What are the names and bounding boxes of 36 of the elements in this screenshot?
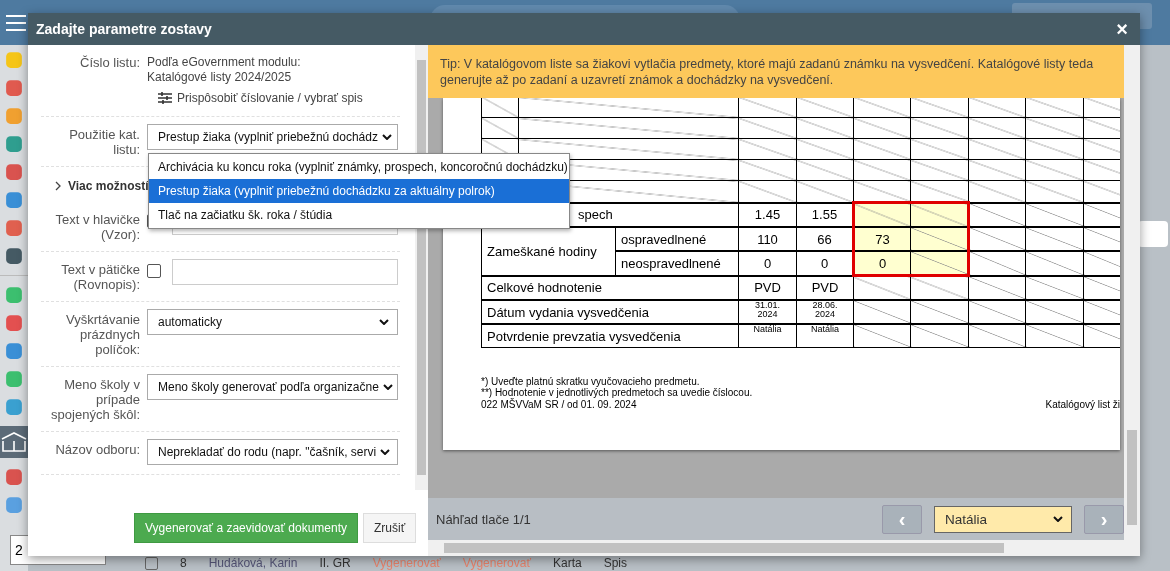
sheet-number-text: Katalógové listy 2024/2025	[147, 70, 293, 85]
table-cell: PVD	[796, 275, 854, 300]
dialog-title: Zadajte parametre zostavy	[36, 21, 212, 37]
table-cell: 0	[853, 251, 911, 276]
table-cell: Natália	[738, 324, 797, 348]
sheet-number-text: Podľa eGovernment modulu:	[147, 55, 301, 70]
field-label: Vyškrtávanie prázdnych políčok:	[65, 311, 140, 357]
table-cell: 31.01. 2024	[738, 300, 797, 324]
table-cell: 0	[738, 251, 797, 276]
table-cell: Natália	[796, 324, 854, 348]
field-label: Text v hlavičke (Vzor):	[54, 211, 140, 242]
table-cell: 73	[853, 227, 911, 251]
document-title: Katalógový list ži	[1045, 399, 1120, 410]
field-label: Použitie kat. listu:	[68, 126, 140, 157]
preview-status: Náhľad tlače 1/1	[436, 511, 531, 527]
field-label: Názov odboru:	[54, 441, 140, 457]
footnote: *) Uveďte platnú skratku vyučovacieho predmetu.	[481, 376, 700, 387]
table-cell: 110	[738, 227, 797, 251]
table-cell: ospravedlnené	[615, 227, 739, 251]
table-cell: 28.06. 2024	[796, 300, 854, 324]
field-label: Číslo listu:	[79, 54, 140, 70]
table-cell: Potvrdenie prevzatia vysvedčenia	[481, 324, 739, 348]
table-cell: neospravedlnené	[615, 251, 739, 276]
table-cell: PVD	[738, 275, 797, 300]
form-code: 022 MŠVVaM SR / od 01. 09. 2024	[481, 399, 637, 410]
footnote: **) Hodnotenie v jednotlivých predmetoch sa uvedie číslocou.	[481, 387, 754, 398]
student-name: Hudáková, Karin	[208, 557, 298, 570]
tip-banner: Tip: V katalógovom liste sa žiakovi vytlačia predmety, ktoré majú zadanú známku na vysvedčení. Katalógové listy teda generujte až po zadaní a uzavretí známok a dochádzky na vysvedčení.	[428, 45, 1124, 98]
class-name: II. GR	[319, 557, 351, 570]
field-label: Text v pätičke (Rovnopis):	[60, 261, 140, 292]
table-cell: Zameškané hodiny	[481, 227, 616, 276]
table-cell: Celkové hodnotenie	[481, 275, 739, 300]
table-cell: 1.45	[738, 202, 797, 227]
table-cell: Dátum vydania vysvedčenia	[481, 300, 739, 324]
field-label: Meno školy v prípade spojených škôl:	[50, 376, 140, 422]
row-number: 8	[180, 557, 187, 570]
